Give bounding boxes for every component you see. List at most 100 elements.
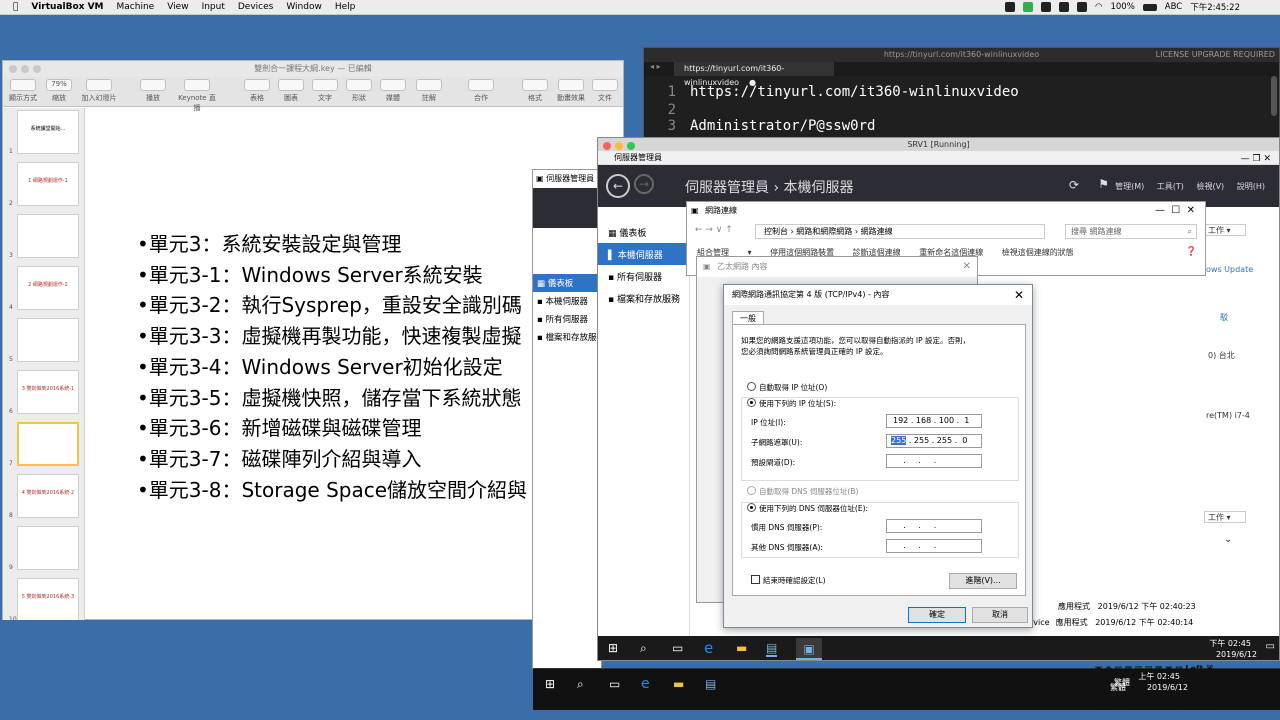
task-view-icon[interactable]: ▭ bbox=[672, 641, 683, 655]
close-icon[interactable]: ✕ bbox=[1014, 285, 1024, 305]
slide-thumb[interactable] bbox=[17, 214, 79, 258]
sm-back-nav-all[interactable]: ▪ 所有伺服器 bbox=[533, 310, 601, 328]
explorer-icon[interactable]: ▬ bbox=[673, 677, 684, 691]
tasks-dropdown-2[interactable]: 工作 ▾ bbox=[1204, 511, 1246, 523]
tb-table[interactable]: 表格 bbox=[250, 94, 264, 102]
line-icon[interactable] bbox=[1023, 2, 1034, 12]
slide-thumb[interactable]: 系統課堂開始... bbox=[17, 110, 79, 154]
minimize-dot-icon[interactable] bbox=[21, 65, 29, 73]
apple-menu-icon[interactable]:  bbox=[13, 2, 18, 12]
advanced-button[interactable]: 進階(V)... bbox=[949, 573, 1017, 589]
manual-ip-label[interactable]: 使用下列的 IP 位址(S): bbox=[759, 398, 836, 409]
tb-zoom[interactable]: 縮放 bbox=[52, 94, 66, 102]
preferred-dns-field[interactable]: . . . bbox=[886, 519, 982, 533]
menu-tools[interactable]: 工具(T) bbox=[1157, 182, 1184, 191]
nav-arrows-icon[interactable]: ◂ ▸ bbox=[650, 62, 661, 71]
menu-devices[interactable]: Devices bbox=[238, 2, 273, 12]
tb-add-slide[interactable]: 加入幻燈片 bbox=[82, 94, 117, 102]
cloud-icon[interactable] bbox=[1059, 2, 1070, 12]
zoom-select[interactable]: 79% bbox=[46, 79, 72, 91]
path-segment[interactable]: 網路和網際網路 bbox=[796, 227, 852, 236]
editor-scrollbar[interactable] bbox=[1271, 76, 1277, 116]
address-bar[interactable]: 控制台 › 網路和網際網路 › 網路連線 bbox=[755, 224, 1045, 239]
editor-line[interactable]: 1 https://tinyurl.com/it360-winlinuxvideo bbox=[644, 84, 1019, 100]
window-controls-icon[interactable]: — ☐ ✕ bbox=[1155, 202, 1195, 220]
sm-back-nav-dashboard[interactable]: ▦ 儀表板 bbox=[533, 274, 601, 292]
subnet-mask-field[interactable]: 255 . 255 . 255 . 0 bbox=[886, 434, 982, 448]
editor-tab[interactable]: https://tinyurl.com/it360-winlinuxvideo ● bbox=[674, 62, 834, 87]
search-icon[interactable]: ⌕ bbox=[577, 677, 584, 692]
bluetooth-icon[interactable] bbox=[1077, 2, 1088, 12]
keynote-live-icon[interactable] bbox=[184, 79, 210, 91]
menu-app[interactable]: VirtualBox VM bbox=[31, 2, 103, 12]
menu-window[interactable]: Window bbox=[286, 2, 322, 12]
help-icon[interactable]: ❓ bbox=[1186, 247, 1197, 257]
tb-view[interactable]: 顯示方式 bbox=[9, 94, 37, 102]
tb-shape[interactable]: 形狀 bbox=[352, 94, 366, 102]
tb-animate[interactable]: 動畫效果 bbox=[557, 94, 585, 102]
menu-help[interactable]: Help bbox=[335, 2, 356, 12]
flag-icon[interactable]: ⚑ bbox=[1098, 177, 1109, 191]
ok-button[interactable]: 確定 bbox=[908, 607, 966, 623]
alternate-dns-field[interactable]: . . . bbox=[886, 539, 982, 553]
event-row[interactable]: 應用程式 2019/6/12 下午 02:40:23 bbox=[1058, 599, 1208, 615]
manual-dns-label[interactable]: 使用下列的 DNS 伺服器位址(E): bbox=[759, 503, 868, 514]
expand-icon[interactable]: ⌄ bbox=[1224, 534, 1232, 545]
input-method[interactable]: ABC bbox=[1165, 2, 1182, 12]
tb-live[interactable]: Keynote 直播 bbox=[178, 94, 216, 112]
auto-dns-label[interactable]: 自動取得 DNS 伺服器位址(B) bbox=[759, 486, 858, 497]
license-label[interactable]: LICENSE UPGRADE REQUIRED bbox=[1156, 48, 1275, 62]
slide-thumb-selected[interactable] bbox=[17, 422, 79, 466]
slide-thumb[interactable]: 1 網路規劃運作-1 bbox=[17, 162, 79, 206]
slide-thumb[interactable] bbox=[17, 526, 79, 570]
editor-line[interactable]: 2 bbox=[644, 102, 690, 118]
shape-icon[interactable] bbox=[346, 79, 372, 91]
cmd-status[interactable]: 檢視這個連線的狀態 bbox=[1002, 248, 1074, 257]
slide-thumb[interactable] bbox=[17, 318, 79, 362]
nav-all-servers[interactable]: ▪ 所有伺服器 bbox=[598, 265, 689, 287]
validate-checkbox[interactable] bbox=[751, 575, 760, 584]
path-segment[interactable]: 網路連線 bbox=[861, 227, 893, 236]
nav-dashboard[interactable]: ▦ 儀表板 bbox=[598, 221, 689, 243]
tb-format[interactable]: 格式 bbox=[528, 94, 542, 102]
chart-icon[interactable] bbox=[278, 79, 304, 91]
tray-date[interactable]: 2019/6/12 bbox=[1147, 683, 1188, 692]
slide-thumb[interactable]: 3 雙劍做到2016系統-1 bbox=[17, 370, 79, 414]
window-controls-icon[interactable]: — ❐ ✕ bbox=[1241, 152, 1271, 166]
forward-icon[interactable]: → bbox=[634, 174, 654, 194]
validate-label[interactable]: 結束時確認設定(L) bbox=[763, 575, 826, 586]
user-icon[interactable] bbox=[1041, 2, 1052, 12]
task-view-icon[interactable]: ▭ bbox=[609, 677, 620, 691]
close-dot-icon[interactable] bbox=[603, 142, 611, 150]
close-dot-icon[interactable] bbox=[9, 65, 17, 73]
edge-icon[interactable]: e bbox=[704, 639, 713, 657]
vbox-status-icons[interactable]: ▣ ◉ ▤ ▦ ▧ ▨ ▩ ▣ ▤ bbox=[1095, 664, 1183, 673]
minimize-dot-icon[interactable] bbox=[615, 142, 623, 150]
sm-back-nav-files[interactable]: ▪ 檔案和存放服務 bbox=[533, 328, 601, 346]
prop-windows-update[interactable]: ows Update bbox=[1206, 265, 1253, 274]
table-icon[interactable] bbox=[244, 79, 270, 91]
tb-text[interactable]: 文字 bbox=[318, 94, 332, 102]
search-box[interactable]: 搜尋 網路連線 ⌕ bbox=[1065, 224, 1197, 239]
slide-thumb[interactable]: 2 網路規劃運作-2 bbox=[17, 266, 79, 310]
format-icon[interactable] bbox=[522, 79, 548, 91]
start-icon[interactable]: ⊞ bbox=[545, 677, 555, 691]
menubar-clock[interactable]: 下午2:45:22 bbox=[1190, 1, 1240, 13]
animate-icon[interactable] bbox=[558, 79, 584, 91]
media-icon[interactable] bbox=[380, 79, 406, 91]
ip-address-field[interactable]: 192 . 168 . 100 . 1 bbox=[886, 414, 982, 428]
server-manager-icon[interactable]: ▤ bbox=[766, 641, 778, 657]
manual-ip-radio[interactable] bbox=[747, 398, 756, 407]
slide-thumb[interactable]: 5 雙劍做到2016系統-3 bbox=[17, 578, 79, 620]
menu-manage[interactable]: 管理(M) bbox=[1115, 182, 1144, 191]
event-row[interactable]: Service 應用程式 2019/6/12 下午 02:40:14 bbox=[1020, 615, 1208, 631]
manual-dns-radio[interactable] bbox=[747, 503, 756, 512]
prop-value[interactable]: 駁 bbox=[1220, 312, 1228, 323]
nav-file-storage[interactable]: ▪ 檔案和存放服務 bbox=[598, 287, 689, 309]
comment-icon[interactable] bbox=[416, 79, 442, 91]
slide-thumb[interactable]: 4 雙劍做到2016系統-2 bbox=[17, 474, 79, 518]
network-window-icon[interactable]: ▣ bbox=[796, 638, 822, 660]
vbox-status-icons[interactable]: ▣ ◉ ▤ ▦ ▧ ▨ ▩ ▣ ▤ bbox=[1095, 698, 1183, 707]
wifi-icon[interactable]: ◠ bbox=[1095, 2, 1102, 12]
cancel-button[interactable]: 取消 bbox=[972, 607, 1028, 623]
